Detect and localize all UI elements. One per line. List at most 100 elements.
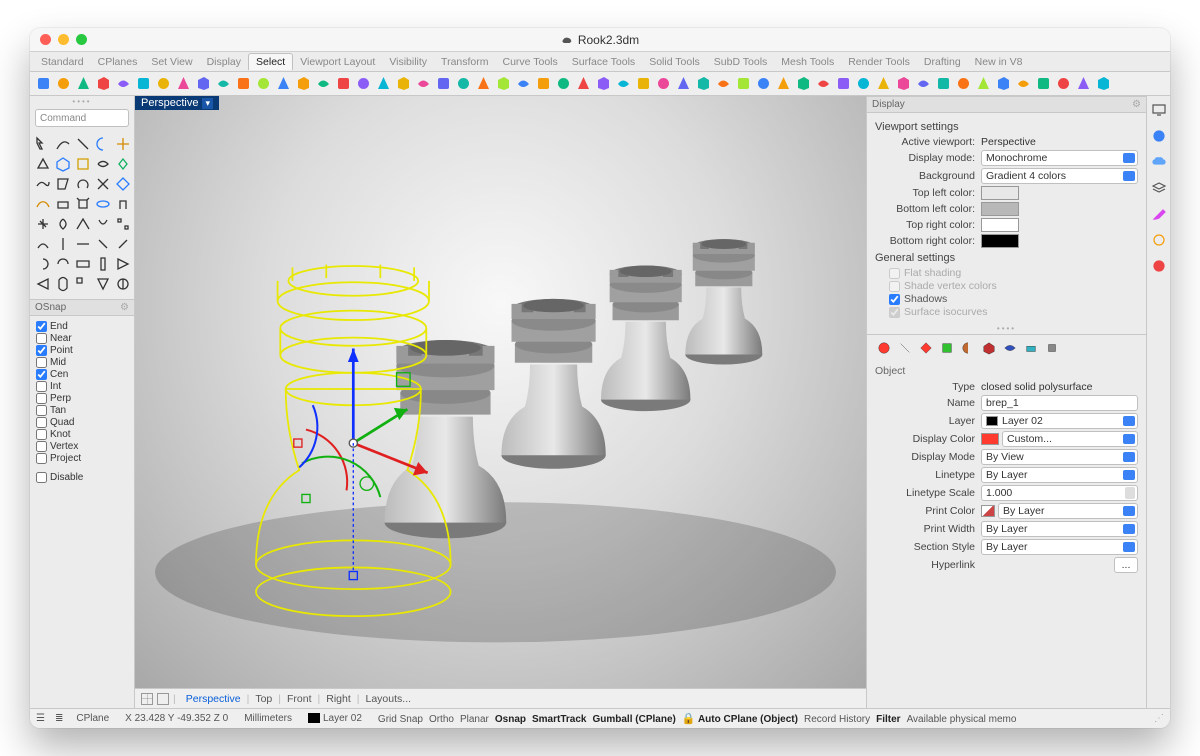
object-layer-select[interactable]: Layer 02 [981, 413, 1138, 429]
tool-icon-7[interactable] [74, 155, 92, 173]
tool-icon-16[interactable] [54, 195, 72, 213]
print-width-select[interactable]: By Layer [981, 521, 1138, 537]
donut-icon[interactable] [1151, 258, 1167, 274]
osnap-vertex[interactable]: Vertex [36, 441, 128, 452]
view-tab-right[interactable]: Right [320, 693, 357, 705]
tool-icon-11[interactable] [54, 175, 72, 193]
object-tab-6[interactable] [1001, 339, 1019, 357]
tool-icon-5[interactable] [34, 155, 52, 173]
toolbar-icon-9[interactable] [214, 74, 233, 93]
status-cplane[interactable]: CPlane [73, 713, 112, 724]
status-gumball-cplane-[interactable]: Gumball (CPlane) [589, 714, 678, 725]
toolbar-icon-23[interactable] [494, 74, 513, 93]
menu-tab-mesh-tools[interactable]: Mesh Tools [774, 54, 841, 70]
tool-icon-30[interactable] [34, 255, 52, 273]
toolbar-icon-28[interactable] [594, 74, 613, 93]
tool-icon-28[interactable] [94, 235, 112, 253]
toolbar-icon-31[interactable] [654, 74, 673, 93]
osnap-tan[interactable]: Tan [36, 405, 128, 416]
toolbar-icon-50[interactable] [1034, 74, 1053, 93]
menu-tab-solid-tools[interactable]: Solid Tools [642, 54, 707, 70]
status-ortho[interactable]: Ortho [426, 714, 457, 725]
tool-icon-14[interactable] [114, 175, 132, 193]
status-layer[interactable]: Layer 02 [305, 713, 365, 724]
toolbar-icon-41[interactable] [854, 74, 873, 93]
tool-icon-9[interactable] [114, 155, 132, 173]
toolbar-icon-16[interactable] [354, 74, 373, 93]
menu-tab-surface-tools[interactable]: Surface Tools [565, 54, 642, 70]
toolbar-icon-5[interactable] [134, 74, 153, 93]
tool-icon-15[interactable] [34, 195, 52, 213]
toolbar-icon-44[interactable] [914, 74, 933, 93]
linetype-scale-input[interactable]: 1.000 [981, 485, 1138, 501]
circle-icon[interactable] [1151, 232, 1167, 248]
tool-icon-33[interactable] [94, 255, 112, 273]
toolbar-icon-6[interactable] [154, 74, 173, 93]
osnap-disable[interactable]: Disable [36, 472, 128, 483]
menu-tab-display[interactable]: Display [200, 54, 248, 70]
osnap-perp[interactable]: Perp [36, 393, 128, 404]
shade-vertex-checkbox[interactable]: Shade vertex colors [889, 280, 1138, 292]
toolbar-icon-26[interactable] [554, 74, 573, 93]
toolbar-icon-15[interactable] [334, 74, 353, 93]
tool-icon-20[interactable] [34, 215, 52, 233]
toolbar-icon-21[interactable] [454, 74, 473, 93]
tool-icon-23[interactable] [94, 215, 112, 233]
menu-icon[interactable]: ☰ [36, 713, 45, 724]
osnap-cen[interactable]: Cen [36, 369, 128, 380]
object-tab-7[interactable] [1022, 339, 1040, 357]
cloud-icon[interactable] [1151, 154, 1167, 170]
toolbar-icon-53[interactable] [1094, 74, 1113, 93]
osnap-knot[interactable]: Knot [36, 429, 128, 440]
bottom-left-color-swatch[interactable] [981, 202, 1019, 216]
close-button[interactable] [40, 34, 51, 45]
toolbar-icon-40[interactable] [834, 74, 853, 93]
tool-icon-38[interactable] [94, 275, 112, 293]
tool-icon-4[interactable] [114, 135, 132, 153]
viewport-perspective[interactable]: Perspective▾ [135, 96, 866, 688]
tool-icon-39[interactable] [114, 275, 132, 293]
viewport-label[interactable]: Perspective▾ [135, 96, 219, 110]
bottom-right-color-swatch[interactable] [981, 234, 1019, 248]
toolbar-icon-1[interactable] [54, 74, 73, 93]
menu-tab-viewport-layout[interactable]: Viewport Layout [293, 54, 382, 70]
tool-icon-24[interactable] [114, 215, 132, 233]
object-tab-2[interactable] [917, 339, 935, 357]
command-input[interactable]: Command [35, 109, 129, 127]
object-tab-0[interactable] [875, 339, 893, 357]
toolbar-icon-4[interactable] [114, 74, 133, 93]
tool-icon-0[interactable] [34, 135, 52, 153]
view-tab-layouts[interactable]: Layouts... [360, 693, 418, 705]
display-color-swatch[interactable] [981, 433, 999, 445]
hyperlink-button[interactable]: ... [1114, 557, 1138, 573]
menu-tab-select[interactable]: Select [248, 53, 293, 70]
tool-icon-29[interactable] [114, 235, 132, 253]
status-osnap[interactable]: Osnap [492, 714, 529, 725]
toolbar-icon-11[interactable] [254, 74, 273, 93]
toolbar-icon-39[interactable] [814, 74, 833, 93]
tool-icon-1[interactable] [54, 135, 72, 153]
print-color-swatch[interactable] [981, 505, 995, 517]
top-left-color-swatch[interactable] [981, 186, 1019, 200]
tool-icon-13[interactable] [94, 175, 112, 193]
zoom-button[interactable] [76, 34, 87, 45]
tool-icon-6[interactable] [54, 155, 72, 173]
tool-icon-32[interactable] [74, 255, 92, 273]
menu-tab-visibility[interactable]: Visibility [382, 54, 434, 70]
tool-icon-27[interactable] [74, 235, 92, 253]
toolbar-icon-49[interactable] [1014, 74, 1033, 93]
display-color-select[interactable]: Custom... [1002, 431, 1138, 447]
status-units[interactable]: Millimeters [241, 713, 295, 724]
status-grid-snap[interactable]: Grid Snap [375, 714, 426, 725]
status-available-physical-memo[interactable]: Available physical memo [904, 714, 1020, 725]
menu-tab-cplanes[interactable]: CPlanes [91, 54, 145, 70]
tool-icon-21[interactable] [54, 215, 72, 233]
tool-icon-36[interactable] [54, 275, 72, 293]
menu-tab-curve-tools[interactable]: Curve Tools [496, 54, 565, 70]
toolbar-icon-38[interactable] [794, 74, 813, 93]
toolbar-icon-12[interactable] [274, 74, 293, 93]
display-mode-select[interactable]: Monochrome [981, 150, 1138, 166]
toolbar-icon-17[interactable] [374, 74, 393, 93]
tool-icon-34[interactable] [114, 255, 132, 273]
isocurves-checkbox[interactable]: Surface isocurves [889, 306, 1138, 318]
